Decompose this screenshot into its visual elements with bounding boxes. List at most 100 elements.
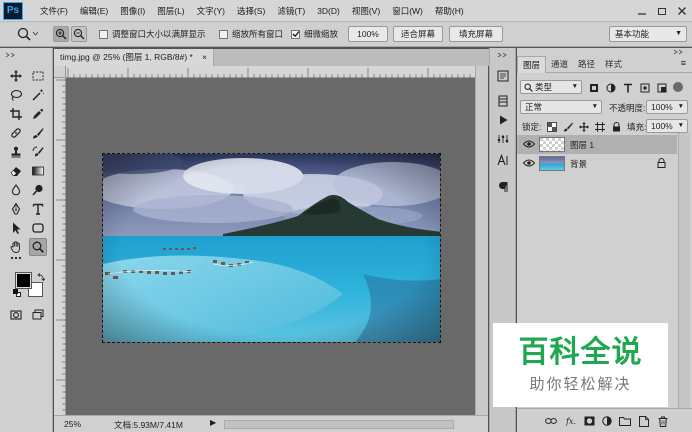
restore-button[interactable] — [652, 0, 672, 22]
screen-mode-button[interactable] — [29, 306, 47, 324]
menu-type[interactable]: 文字(Y) — [191, 0, 231, 22]
healing-brush-tool[interactable] — [7, 124, 25, 142]
fill-screen-button[interactable]: 填充屏幕 — [449, 26, 503, 42]
ruler-origin[interactable] — [54, 66, 66, 78]
delete-layer-button[interactable] — [657, 415, 669, 427]
tab-styles[interactable]: 样式 — [600, 56, 627, 73]
zoom-100-button[interactable]: 100% — [348, 26, 388, 42]
lasso-tool[interactable] — [7, 86, 25, 104]
filter-shape-button[interactable] — [639, 82, 651, 94]
horizontal-scrollbar[interactable] — [224, 420, 454, 429]
filter-type-button[interactable] — [622, 82, 634, 94]
minimize-button[interactable] — [632, 0, 652, 22]
document-tab[interactable]: timg.jpg @ 25% (图层 1, RGB/8#) * × — [54, 49, 214, 66]
history-panel-button[interactable] — [495, 68, 511, 84]
crop-tool[interactable] — [7, 105, 25, 123]
lock-position-button[interactable] — [578, 121, 590, 133]
filter-pixel-button[interactable] — [588, 82, 600, 94]
zoom-tool[interactable] — [29, 238, 47, 256]
resize-windows-checkbox[interactable]: 调整窗口大小以满屏显示 — [99, 26, 206, 42]
new-layer-button[interactable] — [638, 415, 650, 427]
close-tab-icon[interactable]: × — [202, 49, 207, 66]
marquee-tool[interactable] — [29, 67, 47, 85]
lock-transparency-button[interactable] — [546, 121, 558, 133]
filter-adjustment-button[interactable] — [605, 82, 617, 94]
status-zoom-level[interactable]: 25% — [64, 419, 81, 429]
menu-filter[interactable]: 滤镜(T) — [271, 0, 311, 22]
tool-preset-picker[interactable] — [16, 26, 39, 44]
eye-icon[interactable] — [523, 139, 535, 149]
opacity-field[interactable]: 100% ▼ — [646, 100, 688, 114]
lock-all-button[interactable] — [610, 121, 622, 133]
layer-row[interactable]: 背景 — [517, 154, 677, 173]
shape-tool[interactable] — [29, 219, 47, 237]
menu-edit[interactable]: 编辑(E) — [74, 0, 114, 22]
document-image[interactable] — [102, 153, 441, 343]
layer-row[interactable]: 图层 1 — [517, 135, 677, 154]
foreground-color-swatch[interactable] — [15, 272, 32, 289]
path-selection-tool[interactable] — [7, 219, 25, 237]
filter-smart-object-button[interactable] — [656, 82, 668, 94]
vertical-ruler[interactable] — [54, 78, 66, 415]
horizontal-ruler[interactable] — [66, 66, 475, 78]
blend-mode-select[interactable]: 正常 ▼ — [520, 100, 602, 114]
eyedropper-tool[interactable] — [29, 105, 47, 123]
tab-layers[interactable]: 图层 — [517, 56, 547, 73]
layers-scrollbar[interactable] — [678, 133, 690, 408]
history-brush-tool[interactable] — [29, 143, 47, 161]
pen-tool[interactable] — [7, 200, 25, 218]
zoom-out-button[interactable] — [71, 26, 87, 42]
workspace-select[interactable]: 基本功能 ▼ — [609, 26, 687, 42]
move-tool[interactable] — [7, 67, 25, 85]
add-mask-button[interactable] — [583, 415, 595, 427]
tab-channels[interactable]: 通道 — [546, 56, 573, 73]
fx-button[interactable]: fx. — [565, 415, 577, 427]
link-layers-button[interactable] — [545, 415, 557, 427]
layer-filter-select[interactable]: 类型 ▼ — [520, 80, 582, 94]
edit-toolbar-button[interactable] — [7, 252, 25, 264]
menu-file[interactable]: 文件(F) — [34, 0, 74, 22]
eraser-tool[interactable] — [7, 162, 25, 180]
lock-artboard-button[interactable] — [594, 121, 606, 133]
eye-icon[interactable] — [523, 158, 535, 168]
zoom-all-windows-checkbox[interactable]: 缩放所有窗口 — [219, 26, 283, 42]
close-button[interactable] — [672, 0, 692, 22]
collapse-arrows-icon[interactable] — [672, 49, 686, 55]
menu-image[interactable]: 图像(I) — [114, 0, 151, 22]
panel-menu-icon[interactable]: ≡ — [681, 58, 686, 68]
fill-field[interactable]: 100% ▼ — [646, 119, 688, 133]
type-tool[interactable] — [29, 200, 47, 218]
status-menu-icon[interactable]: ▶ — [210, 418, 216, 427]
actions-panel-button[interactable] — [495, 112, 511, 128]
new-adjustment-button[interactable] — [601, 415, 613, 427]
lock-pixels-button[interactable] — [562, 121, 574, 133]
magic-wand-tool[interactable] — [29, 86, 47, 104]
tab-paths[interactable]: 路径 — [573, 56, 600, 73]
scrubby-zoom-checkbox[interactable]: 细微缩放 — [291, 26, 338, 42]
menu-layer[interactable]: 图层(L) — [151, 0, 190, 22]
clone-stamp-tool[interactable] — [7, 143, 25, 161]
default-colors-icon[interactable] — [13, 289, 21, 297]
menu-select[interactable]: 选择(S) — [231, 0, 271, 22]
menu-view[interactable]: 视图(V) — [346, 0, 386, 22]
blur-tool[interactable] — [7, 181, 25, 199]
swap-colors-icon[interactable] — [37, 273, 45, 281]
menu-window[interactable]: 窗口(W) — [386, 0, 429, 22]
menu-help[interactable]: 帮助(H) — [429, 0, 470, 22]
properties-panel-button[interactable] — [495, 131, 511, 147]
paragraph-panel-button[interactable] — [495, 179, 511, 195]
character-panel-button[interactable] — [495, 152, 511, 168]
filter-toggle[interactable] — [673, 82, 683, 92]
new-group-button[interactable] — [619, 415, 631, 427]
menu-3d[interactable]: 3D(D) — [311, 0, 346, 22]
zoom-in-button[interactable] — [53, 26, 69, 42]
adjustments-panel-button[interactable] — [495, 93, 511, 109]
quick-mask-button[interactable] — [7, 306, 25, 324]
collapse-arrows-icon[interactable] — [4, 52, 18, 58]
collapse-arrows-icon[interactable] — [496, 52, 510, 58]
brush-tool[interactable] — [29, 124, 47, 142]
dodge-tool[interactable] — [29, 181, 47, 199]
gradient-tool[interactable] — [29, 162, 47, 180]
vertical-scrollbar[interactable] — [475, 66, 488, 415]
fit-screen-button[interactable]: 适合屏幕 — [393, 26, 443, 42]
